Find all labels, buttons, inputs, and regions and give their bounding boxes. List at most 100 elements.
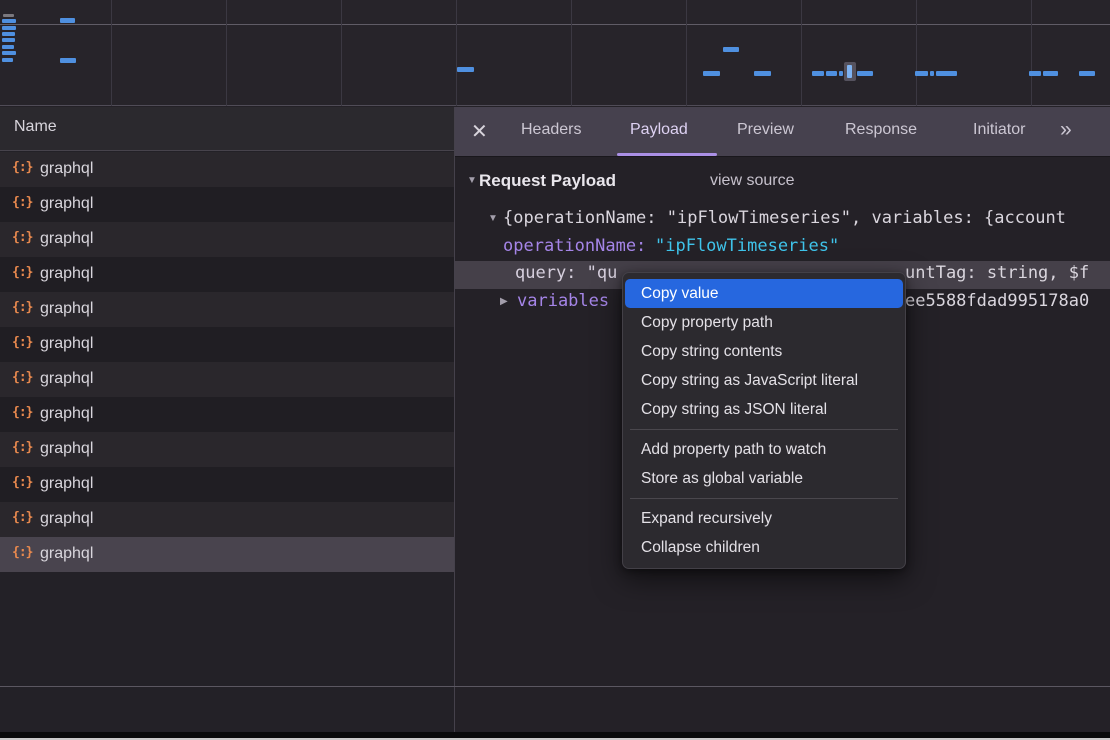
request-timing-bar[interactable]	[847, 65, 852, 78]
context-menu-item-copy-string-as-json-literal[interactable]: Copy string as JSON literal	[625, 395, 903, 424]
context-menu-item-copy-value[interactable]: Copy value	[625, 279, 903, 308]
request-timing-bar[interactable]	[60, 18, 75, 23]
context-menu-item-collapse-children[interactable]: Collapse children	[625, 533, 903, 562]
tab-headers[interactable]: Headers	[521, 121, 581, 139]
tab-response[interactable]: Response	[845, 121, 917, 139]
overview-gridline	[686, 0, 687, 106]
request-timing-bar[interactable]	[2, 32, 15, 36]
tab-preview[interactable]: Preview	[737, 121, 794, 139]
request-timing-bar[interactable]	[2, 58, 13, 62]
name-column-header[interactable]: Name	[0, 107, 454, 151]
status-bar-divider	[0, 686, 1110, 687]
request-row[interactable]: {:} graphql	[0, 537, 454, 572]
json-request-icon: {:}	[12, 370, 32, 385]
request-payload-section-row: ▼ Request Payload view source	[455, 169, 1110, 195]
context-menu-item-store-as-global-variable[interactable]: Store as global variable	[625, 464, 903, 493]
request-timing-bar[interactable]	[2, 38, 15, 42]
variables-text-right-fragment: ee5588fdad995178a0	[905, 291, 1089, 311]
request-row[interactable]: {:} graphql	[0, 152, 454, 187]
request-timing-bar[interactable]	[857, 71, 873, 76]
request-name-label: graphql	[40, 335, 93, 353]
request-name-label: graphql	[40, 510, 93, 528]
query-text-left-fragment: query: "qu	[515, 263, 617, 283]
request-row[interactable]: {:}graphql	[0, 222, 454, 257]
json-request-icon: {:}	[12, 475, 32, 490]
more-tabs-button[interactable]: »	[1060, 118, 1069, 142]
requests-panel: Name {:} graphql {:} graphql {:} graphql {:} gr…	[0, 107, 454, 740]
payload-object-preview: {operationName: "ipFlowTimeseries", vari…	[503, 208, 1066, 228]
overview-gridline	[571, 0, 572, 106]
request-timing-bar[interactable]	[930, 71, 934, 76]
request-timing-bar[interactable]	[2, 51, 16, 55]
request-timing-bar[interactable]	[3, 14, 14, 17]
collapse-arrow-icon[interactable]: ▼	[488, 213, 498, 224]
request-timing-bar[interactable]	[703, 71, 720, 76]
tab-initiator[interactable]: Initiator	[973, 121, 1025, 139]
request-row[interactable]: {:}graphql	[0, 397, 454, 432]
request-timing-bar[interactable]	[457, 67, 474, 72]
request-timing-bar[interactable]	[839, 71, 843, 76]
property-key: variables	[517, 291, 609, 311]
query-text-right-fragment: untTag: string, $f	[905, 263, 1089, 283]
overview-gridline	[226, 0, 227, 106]
request-row[interactable]: {:}graphql	[0, 467, 454, 502]
request-row[interactable]: {:} graphql	[0, 327, 454, 362]
overview-gridline	[456, 0, 457, 106]
request-row[interactable]: {:} graphql	[0, 257, 454, 292]
request-timing-bar[interactable]	[1029, 71, 1041, 76]
json-request-icon: {:}	[12, 545, 32, 560]
json-request-icon: {:}	[12, 335, 32, 350]
expand-arrow-icon[interactable]: ▶	[500, 296, 508, 307]
request-name-label: graphql	[40, 545, 93, 563]
request-timing-bar[interactable]	[915, 71, 928, 76]
property-key: operationName:	[503, 236, 646, 256]
overview-gridline	[111, 0, 112, 106]
request-name-label: graphql	[40, 160, 93, 178]
request-name-label: graphql	[40, 440, 93, 458]
request-timing-bar[interactable]	[826, 71, 837, 76]
json-request-icon: {:}	[12, 160, 32, 175]
context-menu-item-copy-property-path[interactable]: Copy property path	[625, 308, 903, 337]
context-menu-separator	[630, 498, 898, 499]
devtools-network-panel: Name {:} graphql {:} graphql {:} graphql {:} gr…	[0, 0, 1110, 740]
request-timing-bar[interactable]	[1079, 71, 1095, 76]
request-timing-bar[interactable]	[2, 19, 16, 23]
request-name-label: graphql	[40, 370, 93, 388]
network-overview-strip[interactable]	[0, 0, 1110, 106]
active-tab-underline	[617, 153, 717, 156]
view-source-link[interactable]: view source	[710, 172, 794, 190]
request-timing-bar[interactable]	[2, 26, 16, 30]
name-column-label: Name	[14, 118, 57, 136]
json-request-icon: {:}	[12, 265, 32, 280]
request-name-label: graphql	[40, 265, 93, 283]
request-timing-bar[interactable]	[754, 71, 771, 76]
request-timing-bar[interactable]	[60, 58, 76, 63]
overview-gridline	[341, 0, 342, 106]
context-menu-item-expand-recursively[interactable]: Expand recursively	[625, 504, 903, 533]
request-row[interactable]: {:} graphql	[0, 362, 454, 397]
request-row[interactable]: {:}graphql	[0, 292, 454, 327]
request-row[interactable]: {:}graphql	[0, 502, 454, 537]
request-timing-bar[interactable]	[936, 71, 957, 76]
request-row[interactable]: {:}graphql	[0, 432, 454, 467]
json-request-icon: {:}	[12, 195, 32, 210]
request-name-label: graphql	[40, 300, 93, 318]
request-timing-bar[interactable]	[1043, 71, 1058, 76]
context-menu-item-add-property-path-to-watch[interactable]: Add property path to watch	[625, 435, 903, 464]
overview-row-divider	[0, 24, 1110, 25]
request-timing-bar[interactable]	[812, 71, 824, 76]
request-name-label: graphql	[40, 230, 93, 248]
section-collapse-icon[interactable]: ▼	[467, 175, 477, 186]
request-timing-bar[interactable]	[2, 45, 14, 49]
payload-root-row[interactable]: ▼ {operationName: "ipFlowTimeseries", va…	[455, 207, 1110, 233]
request-row[interactable]: {:}graphql	[0, 187, 454, 222]
request-timing-bar[interactable]	[723, 47, 739, 52]
payload-operationname-row[interactable]: operationName: "ipFlowTimeseries"	[455, 235, 1110, 261]
details-tabbar: ✕ » Headers Payload Preview Response Initiat…	[455, 107, 1110, 157]
context-menu-item-copy-string-contents[interactable]: Copy string contents	[625, 337, 903, 366]
context-menu-item-copy-string-as-javascript-literal[interactable]: Copy string as JavaScript literal	[625, 366, 903, 395]
json-request-icon: {:}	[12, 405, 32, 420]
overview-gridline	[1031, 0, 1032, 106]
tab-payload[interactable]: Payload	[630, 121, 688, 139]
close-details-button[interactable]: ✕	[471, 119, 488, 144]
